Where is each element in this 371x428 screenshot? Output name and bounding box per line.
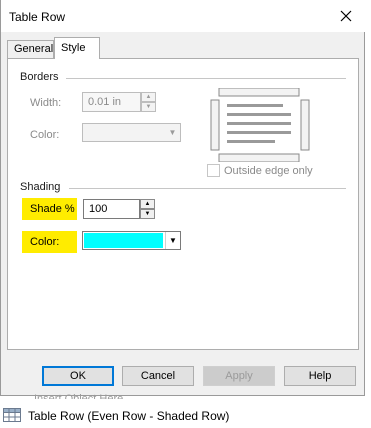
shade-color-select[interactable]: ▼	[82, 231, 181, 250]
outside-edge-label: Outside edge only	[224, 165, 313, 177]
apply-button[interactable]: Apply	[203, 366, 275, 386]
chevron-down-icon: ▼	[165, 232, 180, 249]
close-icon	[340, 10, 352, 22]
close-button[interactable]	[333, 4, 359, 28]
tree-item-table-row[interactable]: Table Row (Even Row - Shaded Row)	[0, 403, 230, 427]
background-partial-text: Insert Object Here	[34, 393, 124, 399]
shade-color-label: Color:	[30, 236, 60, 248]
ok-button[interactable]: OK	[42, 366, 114, 386]
shade-percent-spinner[interactable]: ▲ ▼	[140, 199, 155, 219]
help-button[interactable]: Help	[284, 366, 356, 386]
border-width-spinner[interactable]: ▲ ▼	[141, 92, 156, 112]
shading-group-label: Shading	[20, 181, 61, 193]
tab-style[interactable]: Style	[54, 37, 100, 59]
spin-down-icon[interactable]: ▼	[140, 209, 155, 219]
shade-color-swatch	[84, 233, 163, 248]
border-preview	[210, 88, 310, 162]
shading-divider	[69, 188, 346, 189]
borders-group-label: Borders	[20, 71, 59, 83]
table-row-dialog: Table Row General Style Borders Width: 0…	[0, 0, 365, 396]
style-tab-panel: Borders Width: 0.01 in ▲ ▼ Color: ▼ Outs…	[7, 58, 359, 350]
cancel-button[interactable]: Cancel	[122, 366, 194, 386]
border-width-input[interactable]: 0.01 in	[82, 92, 141, 112]
shade-percent-input[interactable]: 100	[83, 199, 140, 219]
border-width-label: Width:	[30, 97, 62, 109]
spin-up-icon[interactable]: ▲	[140, 199, 155, 209]
chevron-down-icon: ▼	[168, 128, 177, 137]
border-color-label: Color:	[30, 129, 60, 141]
spin-up-icon[interactable]: ▲	[141, 92, 156, 102]
table-icon	[3, 408, 21, 422]
shade-percent-label: Shade %	[30, 203, 75, 215]
border-color-select[interactable]: ▼	[82, 123, 181, 142]
tree-item-label: Table Row (Even Row - Shaded Row)	[28, 409, 230, 423]
outside-edge-checkbox[interactable]	[207, 164, 220, 177]
title-bar: Table Row	[1, 0, 365, 32]
dialog-title: Table Row	[9, 10, 66, 24]
tab-general[interactable]: General	[7, 40, 54, 59]
borders-divider	[66, 78, 346, 79]
spin-down-icon[interactable]: ▼	[141, 102, 156, 112]
